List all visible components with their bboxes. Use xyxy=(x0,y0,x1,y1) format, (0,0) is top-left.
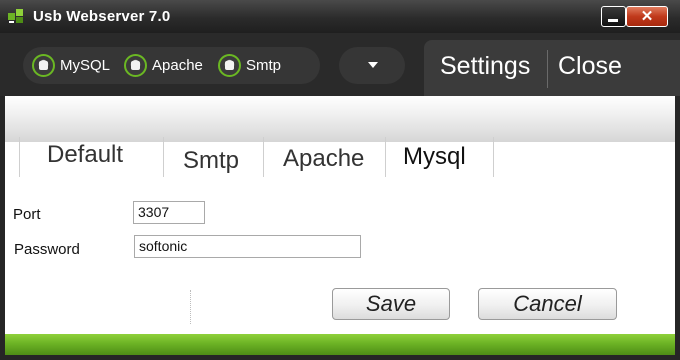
tab-label-apache: Apache xyxy=(283,145,365,172)
port-label: Port xyxy=(13,206,41,223)
close-window-button[interactable]: ✕ xyxy=(626,6,668,27)
status-bar xyxy=(5,334,675,355)
minimize-button[interactable] xyxy=(601,6,626,27)
app-window: Usb Webserver 7.0 ✕ MySQL Apache Smtp Se… xyxy=(0,0,680,360)
password-field[interactable]: softonic xyxy=(134,235,361,258)
server-mysql[interactable]: MySQL xyxy=(32,53,110,78)
tab-label-default: Default xyxy=(47,141,124,168)
settings-tabs: Default Smtp Apache Mysql xyxy=(5,137,675,177)
server-status-group: MySQL Apache Smtp xyxy=(23,47,320,84)
window-title: Usb Webserver 7.0 xyxy=(33,8,171,25)
server-smtp[interactable]: Smtp xyxy=(218,53,281,78)
password-label: Password xyxy=(14,241,80,258)
panel-header-gradient xyxy=(5,96,675,142)
menu-divider xyxy=(547,50,548,88)
tab-divider xyxy=(493,137,494,177)
port-field[interactable]: 3307 xyxy=(133,201,205,224)
tab-apache[interactable]: Apache xyxy=(263,137,385,177)
title-bar[interactable]: Usb Webserver 7.0 ✕ xyxy=(0,0,680,33)
menu-settings[interactable]: Settings xyxy=(440,52,530,81)
tab-mysql[interactable]: Mysql xyxy=(385,137,493,177)
minimize-icon xyxy=(608,19,618,22)
divider xyxy=(190,290,192,324)
tab-label-mysql: Mysql xyxy=(403,143,466,170)
top-menu: Settings Close xyxy=(424,40,680,96)
dropdown-button[interactable] xyxy=(339,47,405,84)
tab-label-smtp: Smtp xyxy=(183,147,240,174)
tab-default[interactable]: Default xyxy=(19,137,163,177)
status-led-icon xyxy=(124,54,147,77)
server-label-smtp: Smtp xyxy=(246,57,282,74)
close-icon: ✕ xyxy=(640,8,654,25)
settings-panel: Default Smtp Apache Mysql Port 3307 Pass… xyxy=(5,96,675,334)
cancel-button[interactable]: Cancel xyxy=(478,288,617,320)
chevron-down-icon xyxy=(368,62,378,68)
status-led-icon xyxy=(32,54,55,77)
server-label-mysql: MySQL xyxy=(60,57,111,74)
server-apache[interactable]: Apache xyxy=(124,53,203,78)
save-button[interactable]: Save xyxy=(332,288,450,320)
toolbar: MySQL Apache Smtp Settings Close xyxy=(0,33,680,96)
menu-close[interactable]: Close xyxy=(558,52,622,81)
app-icon xyxy=(8,9,23,23)
server-label-apache: Apache xyxy=(152,57,203,74)
status-led-icon xyxy=(218,54,241,77)
tab-smtp[interactable]: Smtp xyxy=(163,137,263,177)
